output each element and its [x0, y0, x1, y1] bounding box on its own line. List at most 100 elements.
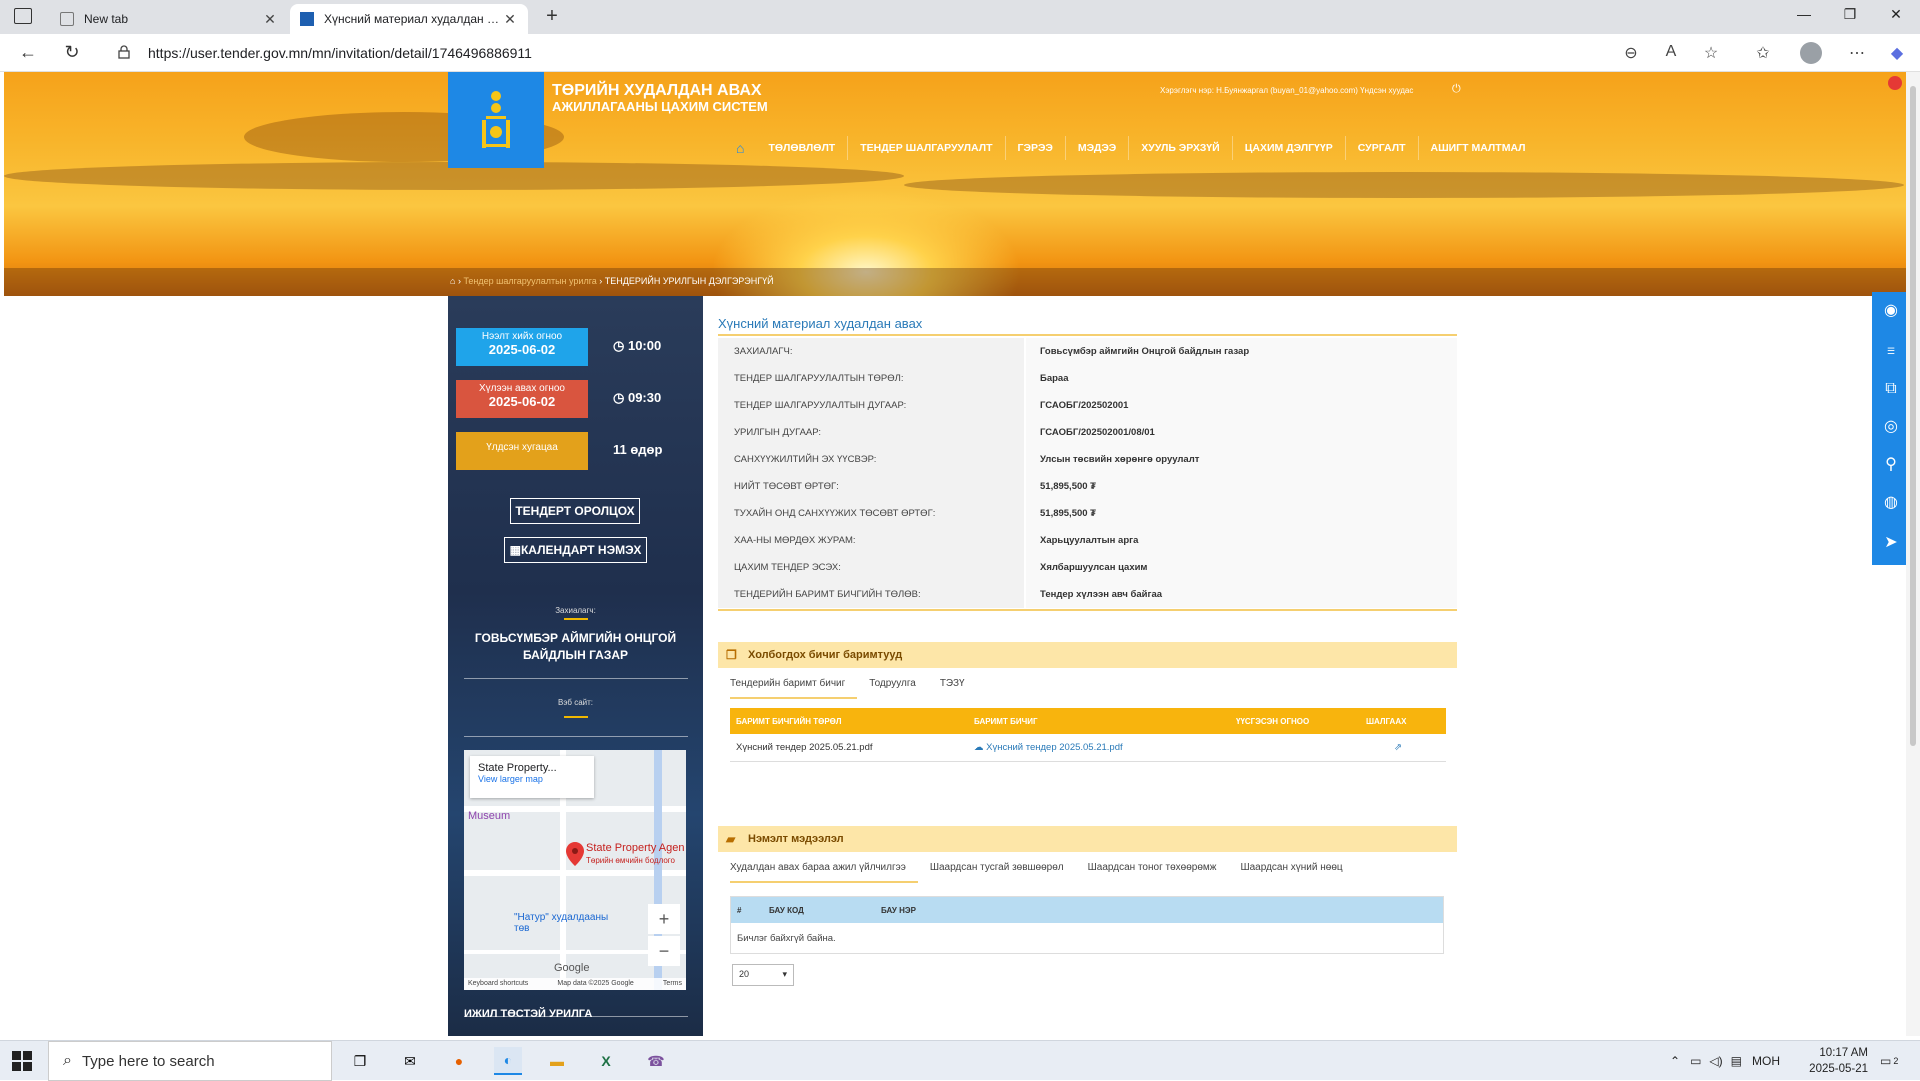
url-input[interactable]: https://user.tender.gov.mn/mn/invitation… — [148, 45, 532, 61]
participate-button[interactable]: ТЕНДЕРТ ОРОЛЦОХ — [510, 498, 640, 524]
page-size-select[interactable]: 20 ▾ — [732, 964, 794, 986]
scroll-thumb[interactable] — [1910, 86, 1916, 746]
close-icon[interactable]: ✕ — [262, 11, 278, 28]
left-sidebar: Нээлт хийх огноо 2025-06-02 ◷ 10:00 Хүлэ… — [448, 296, 703, 1036]
home-icon[interactable]: ⌂ — [724, 136, 756, 160]
notification-icon: ▭ — [1880, 1054, 1892, 1068]
network-icon[interactable]: ▤ — [1731, 1054, 1742, 1068]
nav-planning[interactable]: ТӨЛӨВЛӨЛТ — [756, 136, 849, 160]
notification-center[interactable]: ▭ 2 — [1880, 1041, 1898, 1081]
user-icon[interactable]: ⚲ — [1872, 446, 1910, 484]
telegram-icon[interactable]: ➤ — [1872, 524, 1910, 562]
clock[interactable]: 10:17 AM 2025-05-21 — [1804, 1045, 1868, 1077]
map-road — [464, 870, 686, 876]
favorites-icon[interactable]: ✩ — [1752, 43, 1774, 63]
restore-icon[interactable]: ❐ — [1840, 6, 1860, 23]
zoom-out-button[interactable]: − — [648, 936, 680, 966]
nav-training[interactable]: СУРГАЛТ — [1346, 136, 1419, 160]
nav-tender[interactable]: ТЕНДЕР ШАЛГАРУУЛАЛТ — [848, 136, 1006, 160]
tab-special-permits[interactable]: Шаардсан тусгай зөвшөөрөл — [930, 856, 1076, 883]
sidebar-toggle-icon[interactable] — [14, 8, 32, 24]
google-map[interactable]: State Property... View larger map Museum… — [464, 750, 686, 990]
chevron-up-icon[interactable]: ⌃ — [1670, 1054, 1680, 1068]
info-label: НИЙТ ТӨСӨВТ ӨРТӨГ: — [718, 473, 1024, 500]
edge-icon[interactable]: ◐ — [494, 1047, 522, 1075]
nav-eshop[interactable]: ЦАХИМ ДЭЛГҮҮР — [1233, 136, 1346, 160]
battery-icon[interactable]: ▭ — [1690, 1054, 1701, 1068]
read-aloud-icon[interactable]: A — [1660, 43, 1682, 61]
info-row: ТЕНДЕРИЙН БАРИМТ БИЧГИЙН ТӨЛӨВ: Тендер х… — [718, 581, 1457, 608]
info-value: Харьцуулалтын арга — [1026, 527, 1457, 554]
docs-section-title: Холбогдох бичиг баримтууд — [748, 649, 903, 661]
zoom-icon[interactable]: ⊖ — [1620, 43, 1642, 63]
floating-toolbar: ◉ ☰ ⧉ ◎ ⚲ ◍ ➤ — [1872, 292, 1910, 565]
minimize-icon[interactable]: — — [1794, 6, 1814, 22]
tab-feasibility[interactable]: ТЭЗҮ — [940, 672, 977, 699]
tab-equipment[interactable]: Шаардсан тоног төхөөрөмж — [1088, 856, 1229, 883]
viber-icon[interactable]: ☎ — [642, 1047, 670, 1075]
copilot-icon[interactable]: ◆ — [1886, 43, 1908, 63]
tab-human-resources[interactable]: Шаардсан хүний нөөц — [1240, 856, 1354, 883]
external-link-icon[interactable]: ⇗ — [1360, 742, 1446, 753]
new-tab-button[interactable]: + — [540, 5, 564, 28]
breadcrumb-link[interactable]: Тендер шалгаруулалтын урилга — [463, 276, 596, 286]
docs-tabs: Тендерийн баримт бичиг Тодруулга ТЭЗҮ — [730, 672, 989, 699]
profile-avatar[interactable] — [1800, 42, 1822, 64]
info-value: 51,895,500 ₮ — [1026, 473, 1457, 500]
user-info[interactable]: Хэрэглэгч нэр: Н.Буянжаргал (buyan_01@ya… — [1160, 86, 1413, 95]
info-row: САНХҮҮЖИЛТИЙН ЭХ ҮҮСВЭР: Улсын төсвийн х… — [718, 446, 1457, 473]
logout-icon[interactable]: ⏻ — [1452, 83, 1461, 96]
volume-icon[interactable]: ◁) — [1709, 1054, 1722, 1068]
firefox-icon[interactable]: ● — [445, 1047, 473, 1075]
excel-icon[interactable]: X — [592, 1047, 620, 1075]
nav-contract[interactable]: ГЭРЭЭ — [1006, 136, 1066, 160]
soyombo-logo[interactable] — [448, 72, 544, 168]
doc-file-link[interactable]: ☁ Хүнсний тендер 2025.05.21.pdf — [968, 742, 1230, 753]
nav-law[interactable]: ХУУЛЬ ЭРХЗҮЙ — [1129, 136, 1233, 160]
mail-icon[interactable]: ✉ — [396, 1047, 424, 1075]
helpdesk-icon[interactable]: ☰ — [1872, 332, 1910, 370]
search-icon: ⌕ — [63, 1052, 72, 1069]
close-banner-icon[interactable] — [1888, 76, 1902, 90]
col-created-date: ҮҮСГЭСЭН ОГНОО — [1236, 716, 1310, 726]
map-pin-sublabel: Төрийн өмчийн бодлого — [586, 856, 675, 865]
reload-icon[interactable]: ↻ — [60, 42, 84, 63]
task-view-icon[interactable]: ❐ — [346, 1047, 374, 1075]
nav-minerals[interactable]: АШИГТ МАЛТМАЛ — [1419, 136, 1538, 160]
tab-tender-detail[interactable]: Хүнсний материал худалдан авах ✕ — [290, 4, 528, 34]
chat-icon[interactable]: ⧉ — [1872, 370, 1910, 408]
tab-tender-docs[interactable]: Тендерийн баримт бичиг — [730, 672, 858, 699]
close-window-icon[interactable]: ✕ — [1886, 6, 1906, 23]
extra-section-header: ▰ Нэмэлт мэдээлэл — [718, 826, 1457, 852]
back-icon[interactable]: ← — [16, 42, 40, 63]
file-explorer-icon[interactable]: ▬ — [543, 1047, 571, 1075]
tab-new-tab[interactable]: New tab ✕ — [50, 4, 288, 34]
chat-bot-icon[interactable]: ◉ — [1872, 292, 1910, 330]
zoom-in-button[interactable]: + — [648, 904, 680, 934]
open-date-value: 2025-06-02 — [488, 342, 556, 357]
terms-link[interactable]: Terms — [663, 980, 682, 988]
close-icon[interactable]: ✕ — [502, 11, 518, 28]
clock-date: 2025-05-21 — [1809, 1063, 1868, 1075]
nav-news[interactable]: МЭДЭЭ — [1066, 136, 1130, 160]
globe-icon[interactable]: ◍ — [1872, 484, 1910, 522]
map-data-text: Map data ©2025 Google — [557, 980, 634, 987]
page-scrollbar[interactable] — [1906, 72, 1920, 1036]
map-pin-icon[interactable] — [566, 842, 584, 866]
support-icon[interactable]: ◎ — [1872, 408, 1910, 446]
page-title: Хүнсний материал худалдан авах — [718, 316, 923, 331]
col-doc-type: БАРИМТ БИЧГИЙН ТӨРӨЛ — [736, 716, 842, 726]
tab-clarification[interactable]: Тодруулга — [869, 672, 928, 699]
taskbar-search[interactable]: ⌕ Type here to search — [48, 1041, 332, 1081]
home-icon[interactable]: ⌂ — [450, 276, 455, 286]
tab-goods-services[interactable]: Худалдан авах бараа ажил үйлчилгээ — [730, 856, 918, 883]
windows-start-icon[interactable] — [12, 1051, 32, 1071]
info-label: ЦАХИМ ТЕНДЕР ЭСЭХ: — [718, 554, 1024, 581]
language-indicator[interactable]: МОН — [1752, 1054, 1780, 1068]
keyboard-shortcuts-link[interactable]: Keyboard shortcuts — [468, 980, 528, 988]
favorite-star-icon[interactable]: ☆ — [1700, 43, 1722, 63]
add-calendar-button[interactable]: ▦КАЛЕНДАРТ НЭМЭХ — [504, 537, 647, 563]
more-icon[interactable]: ⋯ — [1846, 43, 1868, 63]
view-larger-map-link[interactable]: View larger map — [478, 774, 586, 784]
gold-divider — [564, 716, 588, 718]
